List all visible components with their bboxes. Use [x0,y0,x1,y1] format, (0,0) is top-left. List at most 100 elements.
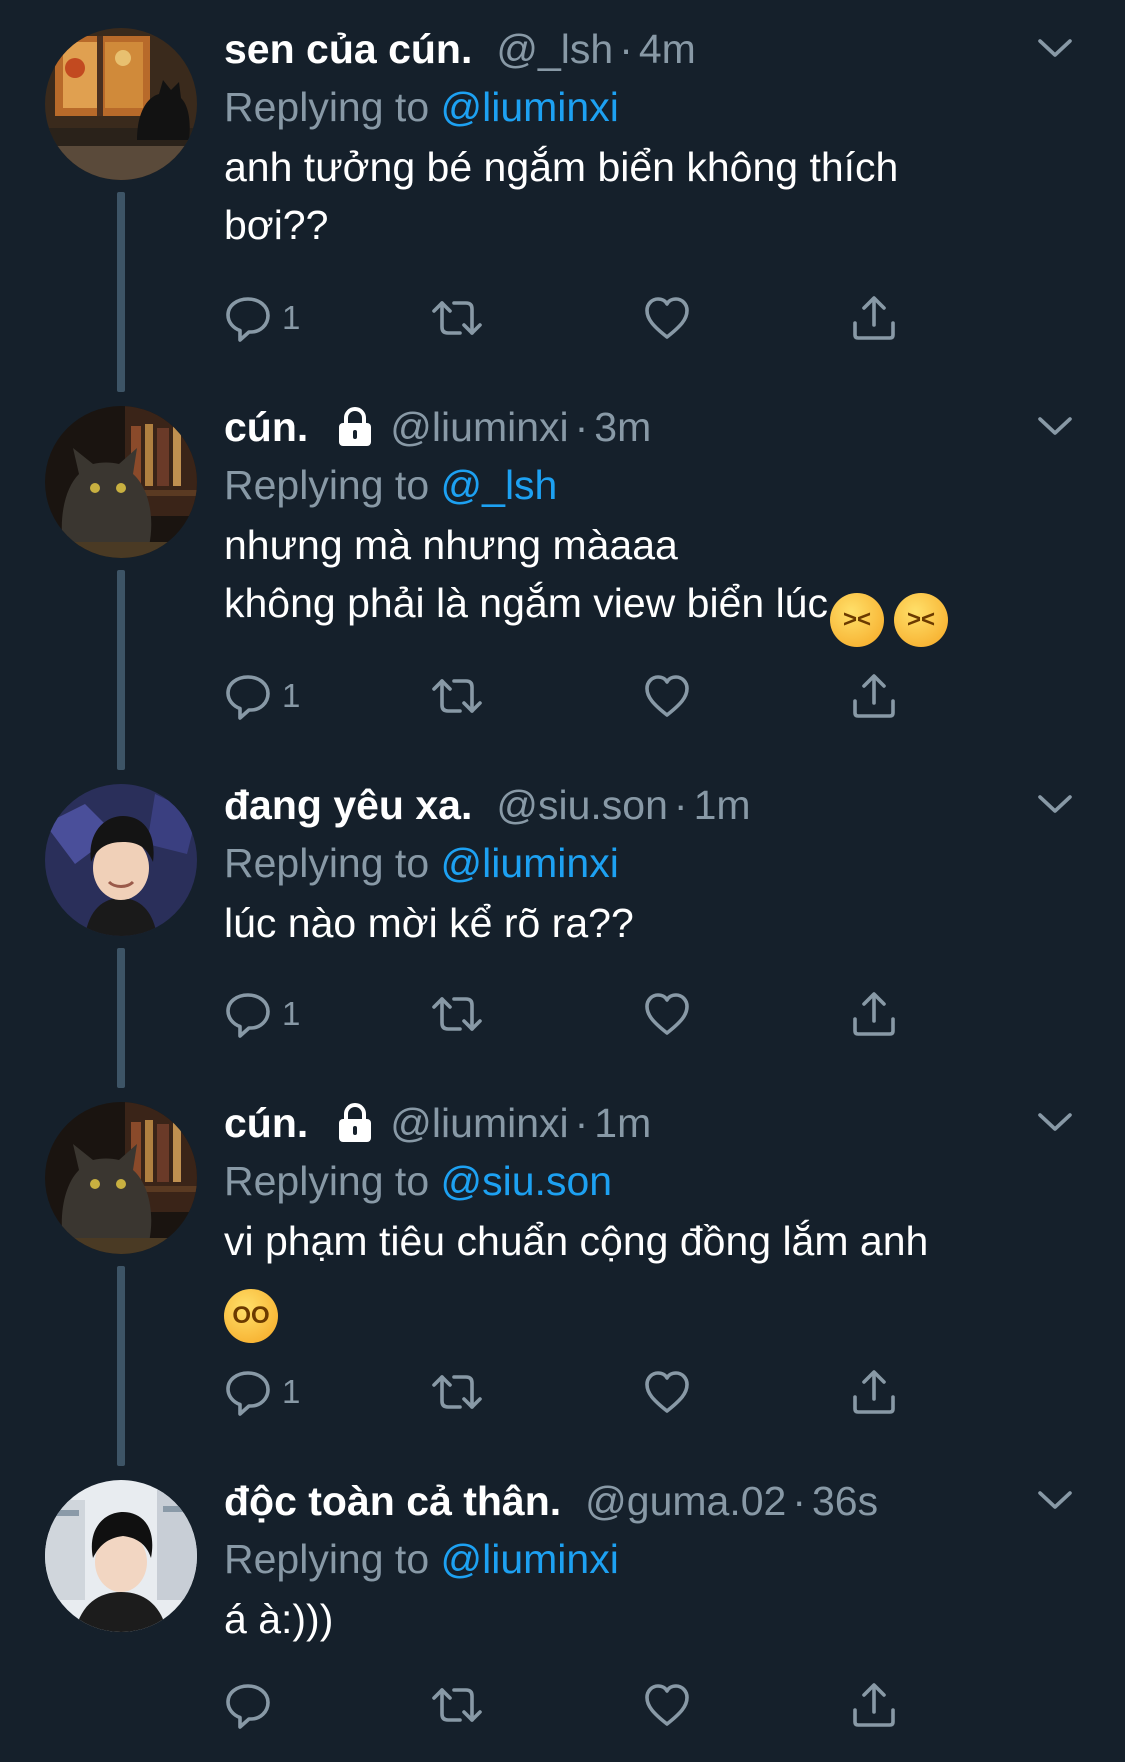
username-handle[interactable]: @siu.son [496,776,668,834]
reply-button[interactable] [224,1675,282,1735]
username-handle[interactable]: @guma.02 [585,1472,786,1530]
timestamp[interactable]: 1m [594,1094,651,1152]
tweet-header: đang yêu xa. @siu.son · 1m [224,776,1085,834]
retweet-button[interactable] [429,1362,485,1422]
avatar[interactable] [45,784,197,936]
avatar[interactable] [45,1102,197,1254]
reply-button[interactable]: 1 [224,666,300,726]
tweet-text-line: bơi?? [224,196,1085,254]
tweet[interactable]: độc toàn cả thân. @guma.02 · 36s Replying to… [0,1452,1125,1762]
like-icon [642,671,692,721]
username-handle[interactable]: @_lsh [496,20,613,78]
tweet-text: vi phạm tiêu chuẩn cộng đồng lắm anh OO [224,1212,1085,1343]
tweet-text-line: không phải là ngắm view biển lúc >< >< [224,574,1085,647]
like-button[interactable] [642,1362,692,1422]
tweet[interactable]: cún. @liuminxi · 1m Replying to @siu.son vi … [0,1074,1125,1466]
tweet-actions: 1 [224,1362,924,1422]
replying-to: Replying to @liuminxi [224,834,1085,892]
display-name[interactable]: đang yêu xa. [224,776,472,834]
like-icon [642,1367,692,1417]
timestamp[interactable]: 36s [812,1472,878,1530]
reply-button[interactable]: 1 [224,1362,300,1422]
share-icon [849,1367,899,1417]
reply-count: 1 [282,1373,301,1410]
share-button[interactable] [849,1362,899,1422]
tweet-body: đang yêu xa. @siu.son · 1m Replying to @lium… [224,776,1085,952]
tweet-text: á à:))) [224,1590,1085,1648]
like-button[interactable] [642,1675,692,1735]
reply-button[interactable]: 1 [224,288,300,348]
tweet-menu-button[interactable] [1035,1484,1075,1514]
display-name[interactable]: cún. [224,1094,308,1152]
like-icon [642,293,692,343]
tweet-menu-button[interactable] [1035,410,1075,440]
like-button[interactable] [642,288,692,348]
dot-separator: · [574,1100,589,1146]
mention-link[interactable]: @liuminxi [441,840,619,886]
tweet-body: sen của cún. @_lsh · 4m Replying to @liuminx… [224,20,1085,254]
tweet-text-content: anh tưởng bé ngắm biển không thích [224,144,899,190]
like-button[interactable] [642,984,692,1044]
timestamp[interactable]: 3m [594,398,651,456]
reply-thread: sen của cún. @_lsh · 4m Replying to @liuminx… [0,0,1125,1762]
like-button[interactable] [642,666,692,726]
mention-link[interactable]: @liuminxi [441,1536,619,1582]
tweet-menu-button[interactable] [1035,1106,1075,1136]
tweet-text-line: anh tưởng bé ngắm biển không thích [224,138,1085,196]
display-name[interactable]: cún. [224,398,308,456]
retweet-button[interactable] [429,288,485,348]
mention-link[interactable]: @siu.son [441,1158,613,1204]
thread-connector-line [117,570,125,770]
reply-button[interactable]: 1 [224,984,300,1044]
tweet-text-content: nhưng mà nhưng màaaa [224,522,678,568]
dot-separator: · [619,26,633,72]
share-icon [849,1680,899,1730]
tweet[interactable]: đang yêu xa. @siu.son · 1m Replying to @lium… [0,756,1125,1088]
reply-count: 1 [282,299,301,336]
tweet-header: cún. @liuminxi · 3m [224,398,1085,456]
display-name[interactable]: độc toàn cả thân. [224,1472,561,1530]
share-button[interactable] [849,1675,899,1735]
display-name[interactable]: sen của cún. [224,20,472,78]
share-button[interactable] [849,666,899,726]
tweet[interactable]: cún. @liuminxi · 3m Replying to @_lsh nhưng … [0,378,1125,770]
tweet-text-content: á à:))) [224,1596,334,1642]
flushed-face-emoji: OO [224,1289,278,1343]
dot-separator: · [574,404,589,450]
avatar[interactable] [45,28,197,180]
replying-to-label: Replying to [224,1158,441,1204]
retweet-button[interactable] [429,666,485,726]
protected-account [334,406,376,448]
protected-account [334,1102,376,1144]
reply-count: 1 [282,677,301,714]
avatar[interactable] [45,406,197,558]
tweet-body: cún. @liuminxi · 3m Replying to @_lsh nhưng … [224,398,1085,647]
share-button[interactable] [849,288,899,348]
tweet-text-line: vi phạm tiêu chuẩn cộng đồng lắm anh [224,1212,1085,1270]
thread-connector-line [117,948,125,1088]
tweet-actions [224,1675,924,1735]
retweet-button[interactable] [429,1675,485,1735]
tweet-header: sen của cún. @_lsh · 4m [224,20,1085,78]
mention-link[interactable]: @_lsh [441,462,558,508]
tweet-text-line: OO [224,1270,1085,1343]
username-handle[interactable]: @liuminxi [390,398,568,456]
mention-link[interactable]: @liuminxi [441,84,619,130]
share-button[interactable] [849,984,899,1044]
persevering-face-emoji: >< [894,593,948,647]
retweet-button[interactable] [429,984,485,1044]
tweet-menu-button[interactable] [1035,32,1075,62]
tweet-menu-button[interactable] [1035,788,1075,818]
tweet-text-line: nhưng mà nhưng màaaa [224,516,1085,574]
reply-icon [224,293,274,343]
tweet[interactable]: sen của cún. @_lsh · 4m Replying to @liuminx… [0,0,1125,392]
timestamp[interactable]: 4m [639,20,696,78]
replying-to-label: Replying to [224,84,441,130]
tweet-actions: 1 [224,666,924,726]
avatar[interactable] [45,1480,197,1632]
username-handle[interactable]: @liuminxi [390,1094,568,1152]
tweet-body: cún. @liuminxi · 1m Replying to @siu.son vi … [224,1094,1085,1343]
share-icon [849,989,899,1039]
tweet-text-line: lúc nào mời kể rõ ra?? [224,894,1085,952]
timestamp[interactable]: 1m [694,776,751,834]
